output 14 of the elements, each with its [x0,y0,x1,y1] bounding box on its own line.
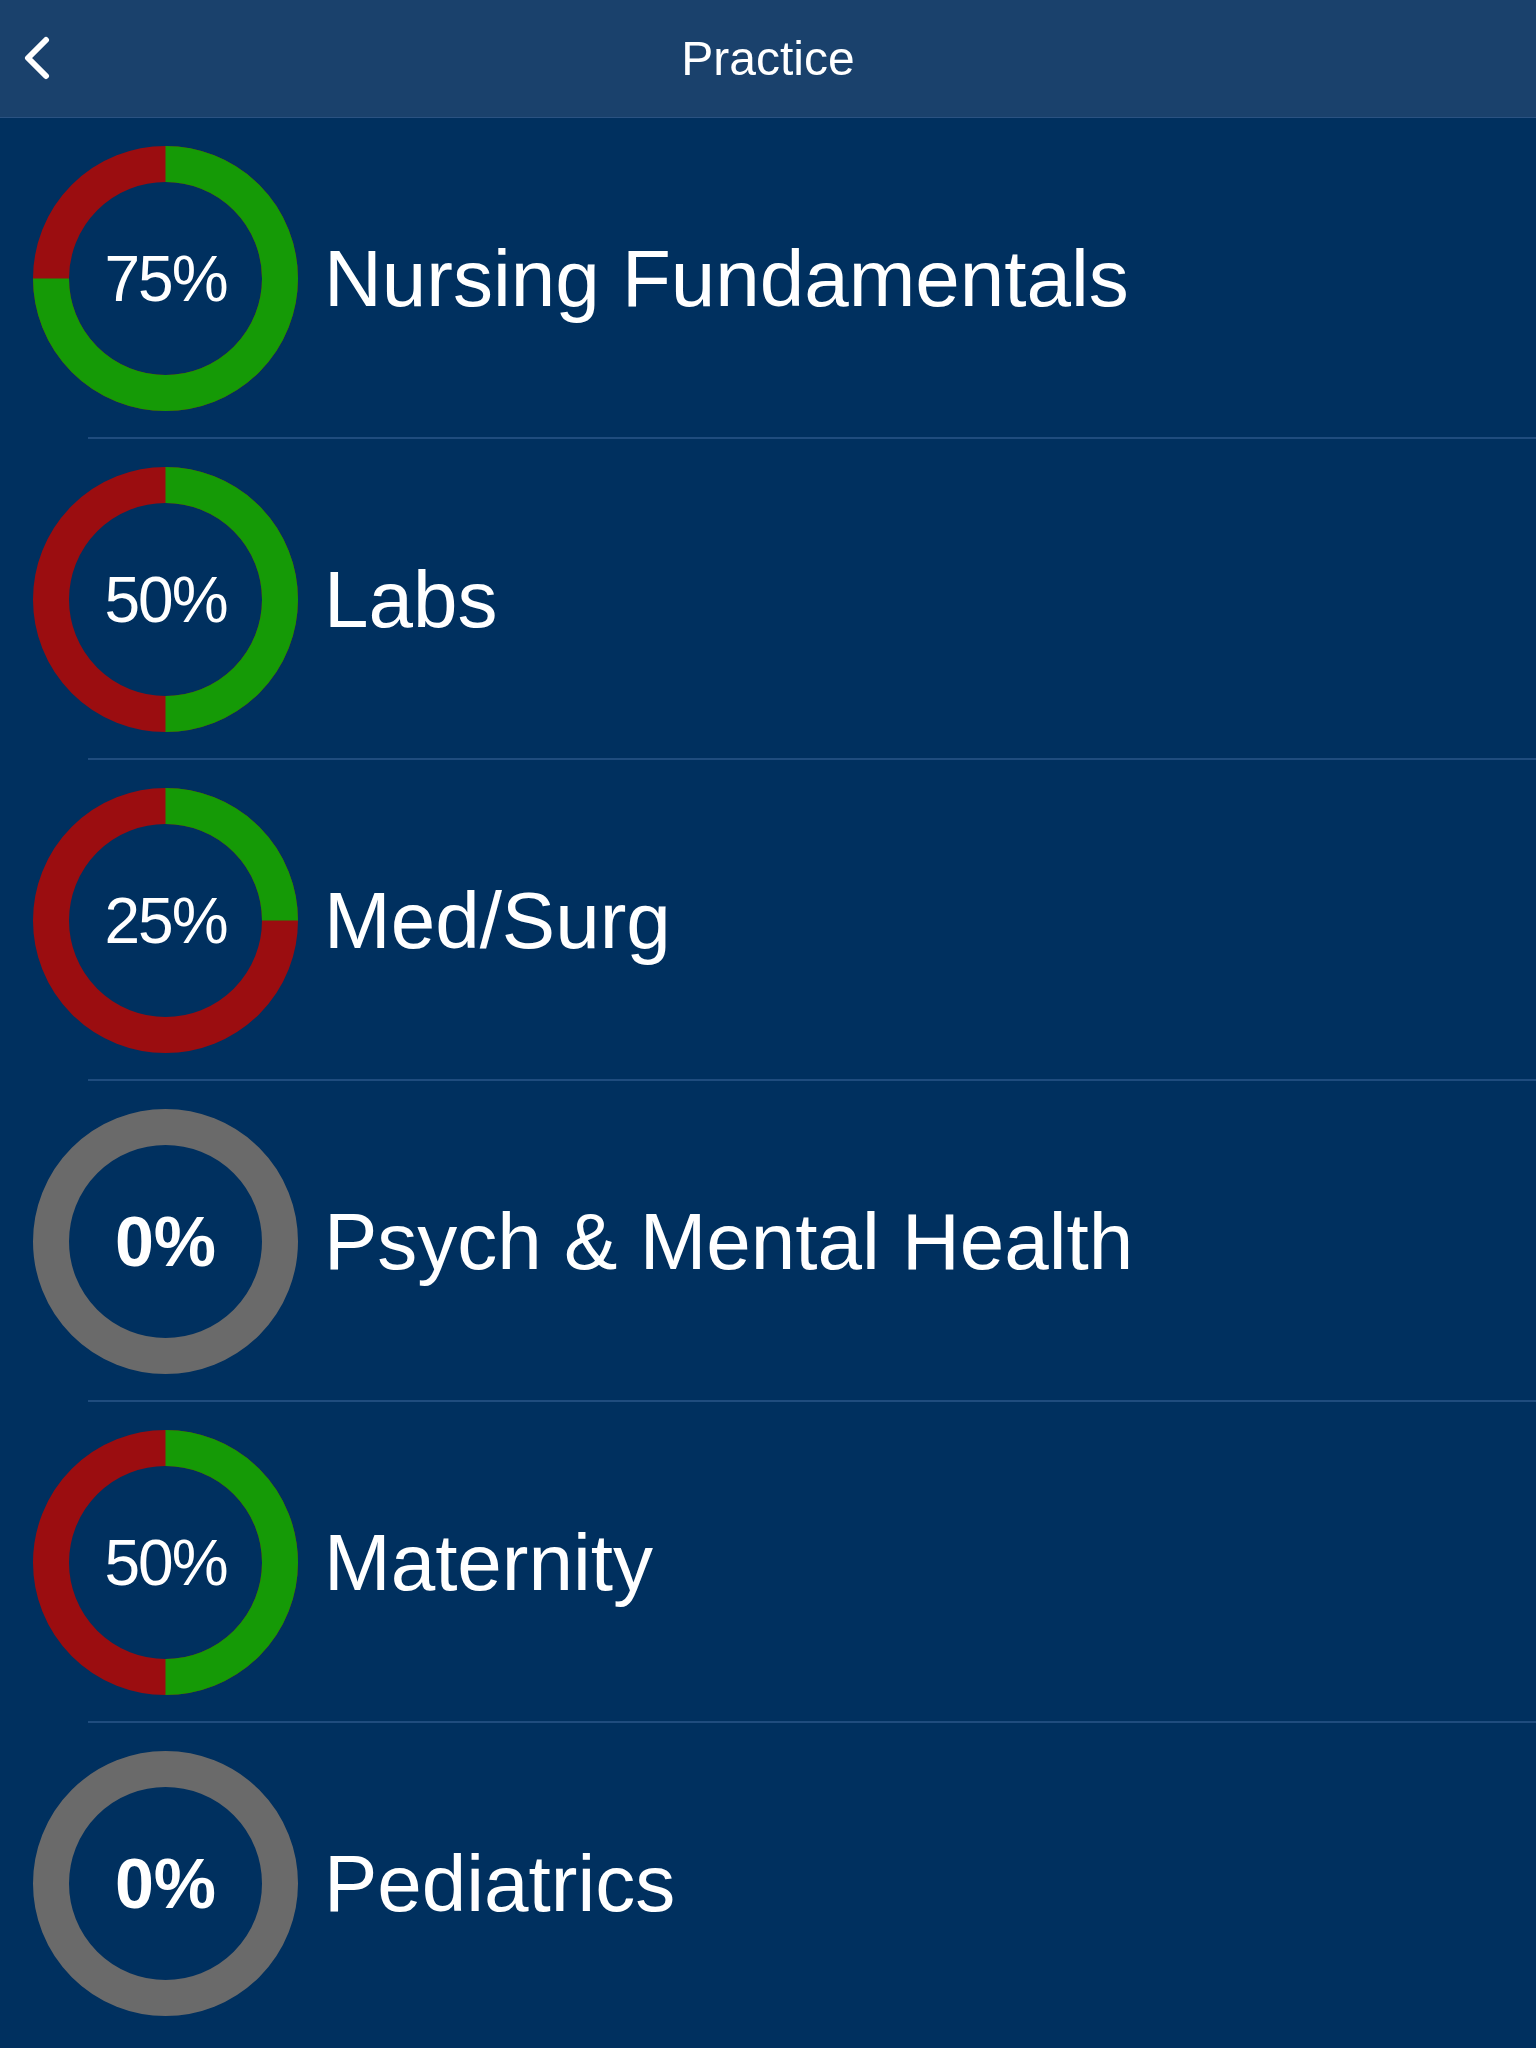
percent-label: 50% [104,567,227,632]
category-title[interactable]: Psych & Mental Health [324,1197,1134,1286]
percent-label: 0% [114,1848,217,1919]
category-title[interactable]: Labs [324,555,498,644]
category-title[interactable]: Pediatrics [324,1839,676,1928]
page-title: Practice [681,31,855,86]
percent-label: 50% [104,1530,227,1595]
percent-label: 25% [104,888,227,953]
percent-label: 0% [114,1206,217,1277]
chevron-left-icon [22,36,52,80]
category-title[interactable]: Nursing Fundamentals [324,234,1129,323]
category-title[interactable]: Maternity [324,1518,653,1607]
percent-label: 75% [104,246,227,311]
category-title[interactable]: Med/Surg [324,876,671,965]
